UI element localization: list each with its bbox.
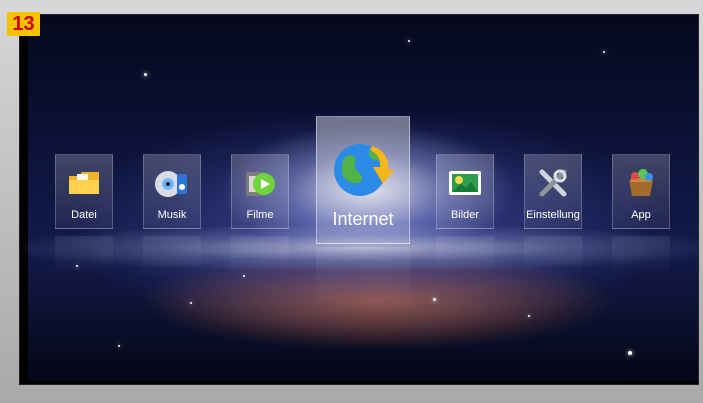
globe-icon [325, 131, 403, 209]
menu-item-label: Bilder [450, 209, 480, 221]
tile-reflection [143, 236, 201, 276]
tile-reflection [55, 236, 113, 276]
app-box-icon [623, 165, 659, 201]
menu-item-app[interactable]: App [612, 154, 670, 229]
menu-item-internet[interactable]: Internet [316, 116, 410, 244]
menu-item-bilder[interactable]: Bilder [436, 154, 494, 229]
tile-reflection [612, 236, 670, 276]
menu-item-datei[interactable]: Datei [55, 154, 113, 229]
menu-item-label: Datei [71, 209, 97, 221]
folder-icon [66, 165, 102, 201]
star [144, 73, 147, 76]
star [628, 351, 632, 355]
tile-reflection [436, 236, 494, 276]
menu-item-label: App [631, 209, 651, 221]
star [190, 302, 192, 304]
star [408, 40, 410, 42]
music-icon [154, 165, 190, 201]
step-badge: 13 [7, 12, 40, 36]
picture-icon [447, 165, 483, 201]
star [118, 345, 120, 347]
star [528, 315, 530, 317]
menu-item-label: Einstellung [526, 209, 580, 221]
tile-reflection [524, 236, 582, 276]
film-icon [242, 165, 278, 201]
menu-item-filme[interactable]: Filme [231, 154, 289, 229]
menu-item-einstellung[interactable]: Einstellung [524, 154, 582, 229]
settings-tools-icon [535, 165, 571, 201]
star [603, 51, 605, 53]
space-background: Datei Musik Filme Internet Bilder Einste… [20, 15, 698, 381]
tv-screen: Datei Musik Filme Internet Bilder Einste… [19, 14, 699, 385]
menu-item-label: Internet [332, 209, 394, 229]
menu-item-label: Filme [246, 209, 274, 221]
tile-reflection [231, 236, 289, 276]
star [433, 298, 436, 301]
menu-item-label: Musik [157, 209, 187, 221]
tile-reflection [316, 247, 410, 305]
menu-item-musik[interactable]: Musik [143, 154, 201, 229]
